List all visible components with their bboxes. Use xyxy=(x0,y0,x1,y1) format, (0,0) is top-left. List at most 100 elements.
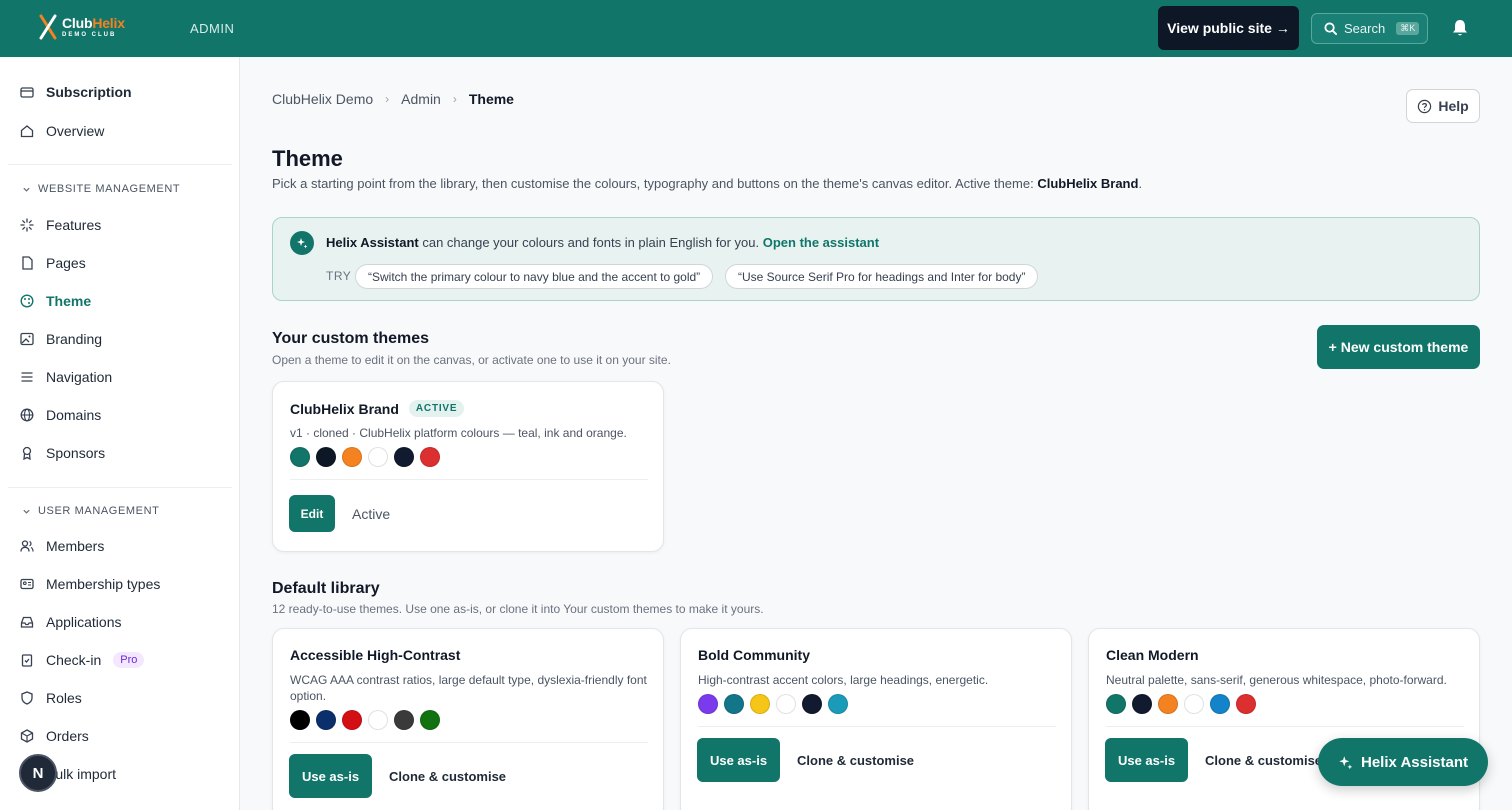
color-swatch xyxy=(420,710,440,730)
home-icon xyxy=(20,125,34,138)
user-management-section[interactable]: USER MANAGEMENT xyxy=(22,505,159,517)
view-public-site-button[interactable]: View public site → xyxy=(1158,6,1299,50)
breadcrumb-admin[interactable]: Admin xyxy=(401,91,441,107)
id-card-icon xyxy=(20,578,34,590)
sidebar-item-membership-types[interactable]: Membership types xyxy=(20,573,160,595)
sidebar-divider xyxy=(8,164,232,165)
library-card-accessible-high-contrast[interactable]: Accessible High-Contrast WCAG AAA contra… xyxy=(272,628,664,810)
use-as-is-button[interactable]: Use as-is xyxy=(1105,738,1188,782)
color-swatches xyxy=(698,694,848,714)
clubhelix-logo[interactable]: ClubHelix DEMO CLUB xyxy=(38,14,125,40)
website-management-section[interactable]: WEBSITE MANAGEMENT xyxy=(22,183,180,195)
globe-icon xyxy=(20,408,34,422)
sidebar-item-features[interactable]: Features xyxy=(20,214,101,236)
sidebar-item-label: Applications xyxy=(46,614,122,630)
sidebar-item-check-in[interactable]: Check-in Pro xyxy=(20,649,145,671)
logo-name: ClubHelix xyxy=(62,15,125,31)
color-swatch xyxy=(290,447,310,467)
search-label: Search xyxy=(1344,21,1386,36)
color-swatch xyxy=(1236,694,1256,714)
sidebar-item-members[interactable]: Members xyxy=(20,535,104,557)
page-title: Theme xyxy=(272,146,343,171)
color-swatch xyxy=(394,710,414,730)
sidebar-item-label: Subscription xyxy=(46,84,132,100)
bell-icon[interactable] xyxy=(1450,18,1470,38)
card-divider xyxy=(290,742,648,743)
card-divider xyxy=(1106,726,1464,727)
package-icon xyxy=(20,729,34,743)
color-swatches xyxy=(290,447,440,467)
theme-name: Clean Modern xyxy=(1106,647,1199,663)
default-library-title: Default library xyxy=(272,580,380,597)
helix-assistant-fab[interactable]: Helix Assistant xyxy=(1318,738,1488,786)
help-label: Help xyxy=(1438,98,1469,114)
sidebar-item-applications[interactable]: Applications xyxy=(20,611,122,633)
new-custom-theme-button[interactable]: + New custom theme xyxy=(1317,325,1480,369)
chevron-right-icon: › xyxy=(385,92,390,106)
active-status-label: Active xyxy=(352,506,391,522)
color-swatch xyxy=(368,710,388,730)
color-swatch xyxy=(1210,694,1230,714)
user-avatar[interactable]: N xyxy=(19,754,57,792)
color-swatch xyxy=(1158,694,1178,714)
use-as-is-button[interactable]: Use as-is xyxy=(289,754,372,798)
color-swatch xyxy=(724,694,744,714)
color-swatch xyxy=(420,447,440,467)
clone-customise-button[interactable]: Clone & customise xyxy=(389,769,506,784)
color-swatch xyxy=(316,447,336,467)
sidebar-item-label: Domains xyxy=(46,407,102,423)
color-swatch xyxy=(290,710,310,730)
edit-button[interactable]: Edit xyxy=(289,495,335,532)
theme-description: Neutral palette, sans-serif, generous wh… xyxy=(1106,673,1447,687)
color-swatches xyxy=(290,710,440,730)
suggestion-chip-fonts[interactable]: “Use Source Serif Pro for headings and I… xyxy=(725,264,1039,289)
library-card-bold-community[interactable]: Bold Community High-contrast accent colo… xyxy=(680,628,1072,810)
search-button[interactable]: Search ⌘K xyxy=(1311,13,1428,44)
active-theme-name: ClubHelix Brand xyxy=(1037,176,1139,191)
search-shortcut: ⌘K xyxy=(1396,22,1420,35)
helix-assistant-banner: Helix Assistant can change your colours … xyxy=(272,217,1480,301)
color-swatches xyxy=(1106,694,1256,714)
sidebar-item-subscription[interactable]: Subscription xyxy=(20,81,132,103)
try-label: TRY xyxy=(326,269,352,283)
sidebar-item-label: Pages xyxy=(46,255,86,271)
clone-customise-button[interactable]: Clone & customise xyxy=(797,753,914,768)
use-as-is-button[interactable]: Use as-is xyxy=(697,738,780,782)
sidebar-item-sponsors[interactable]: Sponsors xyxy=(20,442,105,464)
custom-themes-title: Your custom themes xyxy=(272,330,430,347)
search-icon xyxy=(1324,22,1337,35)
breadcrumb: ClubHelix Demo › Admin › Theme xyxy=(272,91,514,107)
color-swatch xyxy=(750,694,770,714)
card-divider xyxy=(698,726,1056,727)
sidebar-item-theme[interactable]: Theme xyxy=(20,290,91,312)
chevron-down-icon xyxy=(23,509,30,514)
suggestion-chip-navy-gold[interactable]: “Switch the primary colour to navy blue … xyxy=(355,264,714,289)
help-button[interactable]: Help xyxy=(1406,89,1480,123)
sidebar-item-overview[interactable]: Overview xyxy=(20,120,104,142)
active-badge: ACTIVE xyxy=(408,400,465,417)
logo-subtitle: DEMO CLUB xyxy=(62,32,117,38)
sparkles-icon xyxy=(1339,755,1353,769)
color-swatch xyxy=(368,447,388,467)
sidebar-item-label: Theme xyxy=(46,293,92,309)
sidebar-item-branding[interactable]: Branding xyxy=(20,328,102,350)
sidebar-item-label: Roles xyxy=(46,690,82,706)
sidebar-item-orders[interactable]: Orders xyxy=(20,725,89,747)
clone-customise-button[interactable]: Clone & customise xyxy=(1205,753,1322,768)
custom-theme-card[interactable]: ClubHelix Brand ACTIVE v1 · cloned · Clu… xyxy=(272,381,664,552)
breadcrumb-clubhelix-demo[interactable]: ClubHelix Demo xyxy=(272,91,373,107)
sidebar-item-pages[interactable]: Pages xyxy=(20,252,86,274)
palette-icon xyxy=(20,294,34,308)
sidebar-item-navigation[interactable]: Navigation xyxy=(20,366,112,388)
sidebar-item-roles[interactable]: Roles xyxy=(20,687,82,709)
color-swatch xyxy=(802,694,822,714)
sidebar-item-label: Check-in xyxy=(46,652,102,668)
sidebar-item-label: Sponsors xyxy=(46,445,106,461)
color-swatch xyxy=(698,694,718,714)
sidebar-item-domains[interactable]: Domains xyxy=(20,404,101,426)
sidebar-item-label: Membership types xyxy=(46,576,161,592)
color-swatch xyxy=(828,694,848,714)
sidebar-item-label: Features xyxy=(46,217,102,233)
open-assistant-link[interactable]: Open the assistant xyxy=(763,235,879,250)
theme-description: WCAG AAA contrast ratios, large default … xyxy=(290,673,647,703)
